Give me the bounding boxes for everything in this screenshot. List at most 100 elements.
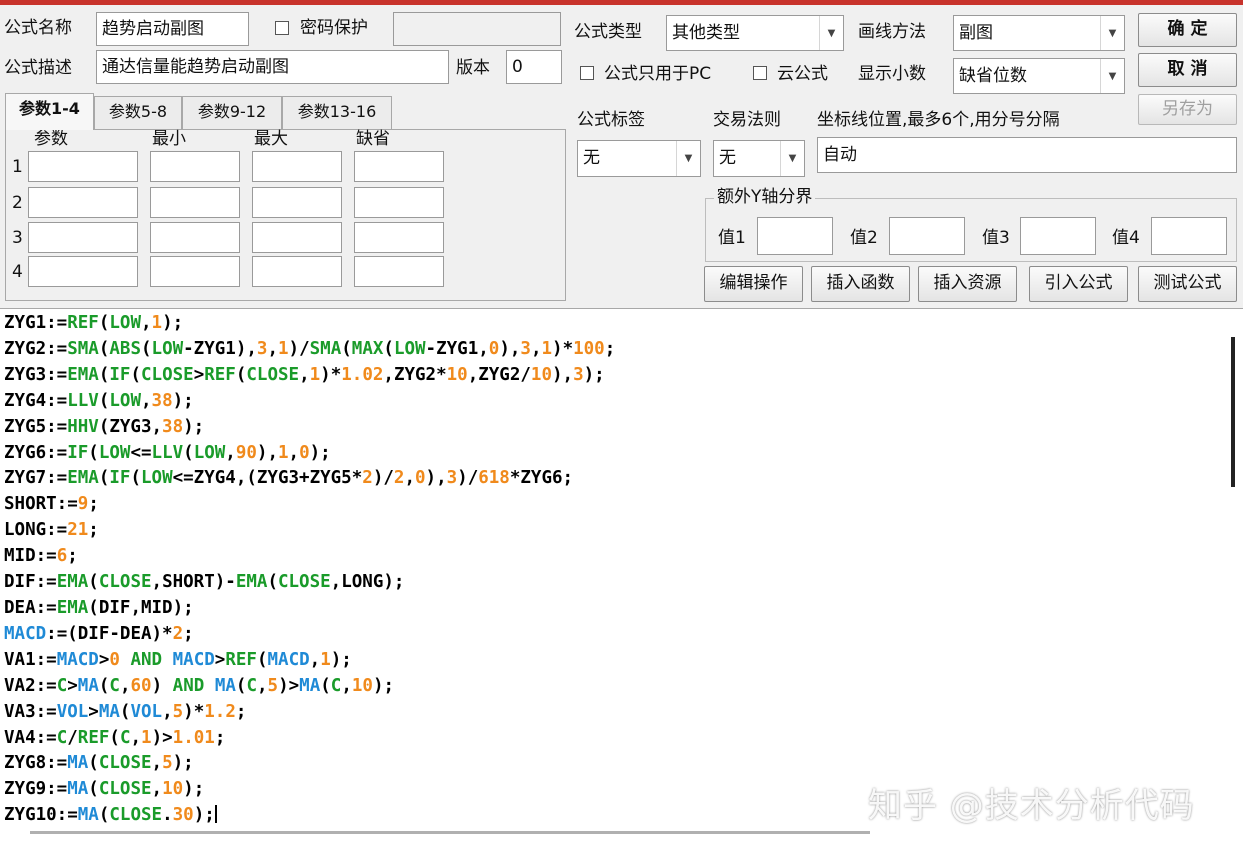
code-line: ZYG9:=MA(CLOSE,10); xyxy=(4,779,205,800)
param-4-min-input[interactable] xyxy=(150,256,240,287)
version-label: 版本 xyxy=(456,58,490,78)
params-header-min: 最小 xyxy=(152,129,186,149)
trade-rule-select[interactable]: 无 ▼ xyxy=(713,140,805,177)
formula-type-select[interactable]: 其他类型 ▼ xyxy=(666,15,844,51)
formula-desc-input[interactable]: 通达信量能趋势启动副图 xyxy=(96,50,449,84)
edit-ops-button[interactable]: 编辑操作 xyxy=(704,266,803,302)
code-line: DIF:=EMA(CLOSE,SHORT)-EMA(CLOSE,LONG); xyxy=(4,572,405,593)
tab-params-9-12[interactable]: 参数9-12 xyxy=(182,96,282,129)
decimals-value: 缺省位数 xyxy=(959,66,1027,86)
tag-select[interactable]: 无 ▼ xyxy=(577,140,701,177)
draw-method-select[interactable]: 副图 ▼ xyxy=(953,15,1125,51)
params-row-number: 3 xyxy=(12,228,23,248)
horizontal-scrollbar[interactable] xyxy=(30,831,870,834)
param-2-name-input[interactable] xyxy=(28,187,138,218)
value2-label: 值2 xyxy=(850,228,878,248)
params-header-max: 最大 xyxy=(254,129,288,149)
extra-y-axis-label: 额外Y轴分界 xyxy=(714,186,816,208)
cloud-formula-checkbox[interactable] xyxy=(753,66,767,80)
chevron-down-icon[interactable]: ▼ xyxy=(819,16,843,50)
tab-params-13-16[interactable]: 参数13-16 xyxy=(282,96,392,129)
code-line: ZYG3:=EMA(IF(CLOSE>REF(CLOSE,1)*1.02,ZYG… xyxy=(4,364,605,385)
code-line: DEA:=EMA(DIF,MID); xyxy=(4,597,194,618)
param-3-default-input[interactable] xyxy=(354,222,444,253)
password-checkbox[interactable] xyxy=(275,21,289,35)
code-line: ZYG2:=SMA(ABS(LOW-ZYG1),3,1)/SMA(MAX(LOW… xyxy=(4,338,616,359)
param-1-default-input[interactable] xyxy=(354,151,444,182)
formula-name-label: 公式名称 xyxy=(4,18,72,38)
formula-type-value: 其他类型 xyxy=(672,23,740,43)
chevron-down-icon[interactable]: ▼ xyxy=(1100,59,1124,93)
param-4-max-input[interactable] xyxy=(252,256,342,287)
chevron-down-icon[interactable]: ▼ xyxy=(780,141,804,176)
decimals-label: 显示小数 xyxy=(858,64,926,84)
coord-line-input[interactable]: 自动 xyxy=(817,137,1237,173)
password-input[interactable] xyxy=(393,12,561,46)
cloud-formula-label: 云公式 xyxy=(777,64,828,84)
version-input[interactable]: 0 xyxy=(506,50,562,84)
coord-line-label: 坐标线位置,最多6个,用分号分隔 xyxy=(817,110,1060,130)
draw-method-label: 画线方法 xyxy=(858,22,926,42)
chevron-down-icon[interactable]: ▼ xyxy=(1100,16,1124,50)
title-bar-accent xyxy=(0,0,1243,5)
tag-value: 无 xyxy=(583,148,600,168)
param-3-name-input[interactable] xyxy=(28,222,138,253)
value3-input[interactable] xyxy=(1020,217,1096,255)
code-line: VA2:=C>MA(C,60) AND MA(C,5)>MA(C,10); xyxy=(4,675,395,696)
code-line: LONG:=21; xyxy=(4,520,99,541)
param-2-default-input[interactable] xyxy=(354,187,444,218)
trade-rule-label: 交易法则 xyxy=(713,110,781,130)
code-line: MID:=6; xyxy=(4,546,78,567)
tab-params-1-4[interactable]: 参数1-4 xyxy=(5,93,94,130)
formula-name-input[interactable]: 趋势启动副图 xyxy=(96,12,249,46)
code-line: VA4:=C/REF(C,1)>1.01; xyxy=(4,727,226,748)
param-4-name-input[interactable] xyxy=(28,256,138,287)
param-1-name-input[interactable] xyxy=(28,151,138,182)
param-1-max-input[interactable] xyxy=(252,151,342,182)
test-formula-button[interactable]: 测试公式 xyxy=(1138,266,1237,302)
cancel-button[interactable]: 取 消 xyxy=(1138,53,1237,87)
code-line: ZYG8:=MA(CLOSE,5); xyxy=(4,753,194,774)
formula-desc-label: 公式描述 xyxy=(4,58,72,78)
value3-label: 值3 xyxy=(982,228,1010,248)
pc-only-checkbox[interactable] xyxy=(580,66,594,80)
password-label: 密码保护 xyxy=(300,18,368,38)
import-formula-button[interactable]: 引入公式 xyxy=(1029,266,1128,302)
code-line: ZYG6:=IF(LOW<=LLV(LOW,90),1,0); xyxy=(4,442,331,463)
value1-input[interactable] xyxy=(757,217,833,255)
code-line: ZYG5:=HHV(ZYG3,38); xyxy=(4,416,205,437)
trade-rule-value: 无 xyxy=(719,148,736,168)
code-line: ZYG10:=MA(CLOSE.30); xyxy=(4,805,217,826)
insert-function-button[interactable]: 插入函数 xyxy=(811,266,910,302)
insert-resource-button[interactable]: 插入资源 xyxy=(918,266,1017,302)
code-editor[interactable]: ZYG1:=REF(LOW,1); ZYG2:=SMA(ABS(LOW-ZYG1)… xyxy=(0,308,1243,851)
vertical-scrollbar[interactable] xyxy=(1231,337,1235,487)
code-line: VA1:=MACD>0 AND MACD>REF(MACD,1); xyxy=(4,649,352,670)
param-3-min-input[interactable] xyxy=(150,222,240,253)
save-as-button[interactable]: 另存为 xyxy=(1138,94,1237,125)
param-2-max-input[interactable] xyxy=(252,187,342,218)
value4-label: 值4 xyxy=(1112,228,1140,248)
value2-input[interactable] xyxy=(889,217,965,255)
param-4-default-input[interactable] xyxy=(354,256,444,287)
code-content[interactable]: ZYG1:=REF(LOW,1); ZYG2:=SMA(ABS(LOW-ZYG1)… xyxy=(4,311,615,829)
draw-method-value: 副图 xyxy=(959,23,993,43)
params-panel: 参数 最小 最大 缺省 1 2 3 4 xyxy=(5,129,566,301)
value4-input[interactable] xyxy=(1151,217,1227,255)
params-header-default: 缺省 xyxy=(356,129,390,149)
chevron-down-icon[interactable]: ▼ xyxy=(676,141,700,176)
code-line: ZYG1:=REF(LOW,1); xyxy=(4,313,184,333)
ok-button[interactable]: 确 定 xyxy=(1138,13,1237,47)
param-2-min-input[interactable] xyxy=(150,187,240,218)
param-3-max-input[interactable] xyxy=(252,222,342,253)
formula-type-label: 公式类型 xyxy=(574,22,642,42)
pc-only-label: 公式只用于PC xyxy=(604,64,712,84)
code-line: MACD:=(DIF-DEA)*2; xyxy=(4,623,194,644)
params-row-number: 2 xyxy=(12,193,23,213)
param-1-min-input[interactable] xyxy=(150,151,240,182)
code-line: ZYG4:=LLV(LOW,38); xyxy=(4,390,194,411)
code-line: VA3:=VOL>MA(VOL,5)*1.2; xyxy=(4,701,247,722)
decimals-select[interactable]: 缺省位数 ▼ xyxy=(953,58,1125,94)
value1-label: 值1 xyxy=(718,228,746,248)
tab-params-5-8[interactable]: 参数5-8 xyxy=(94,96,182,129)
